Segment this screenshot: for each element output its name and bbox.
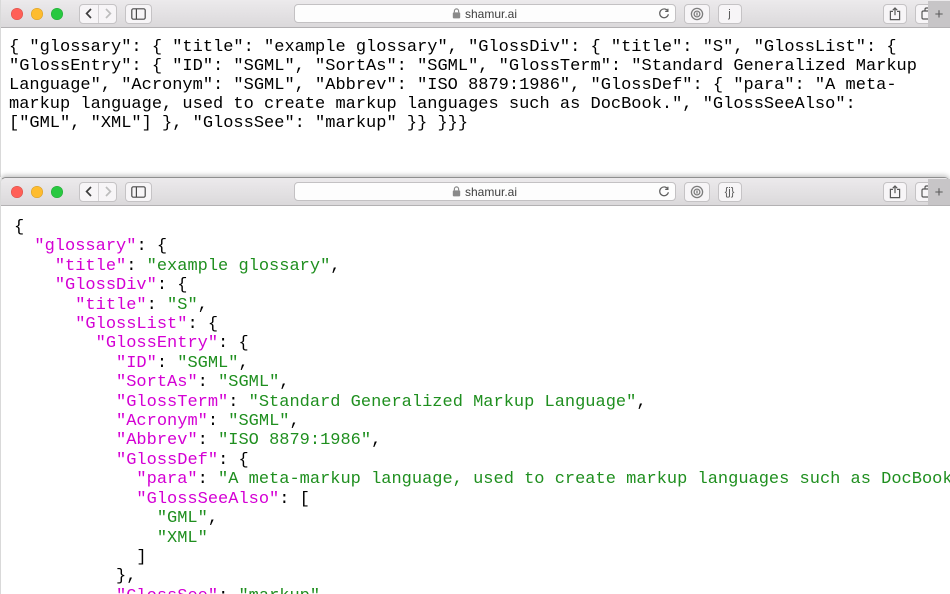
new-tab-button[interactable]: + — [928, 179, 950, 205]
chevron-right-icon — [104, 186, 112, 197]
nav-buttons — [79, 181, 117, 202]
sidebar-icon — [131, 7, 146, 20]
forward-button[interactable] — [98, 4, 116, 23]
lock-icon — [452, 8, 461, 19]
sidebar-toggle-button[interactable] — [125, 181, 152, 202]
share-icon — [889, 6, 901, 21]
close-window-button[interactable] — [11, 7, 23, 20]
chevron-left-icon — [85, 8, 93, 19]
zoom-window-button[interactable] — [51, 7, 63, 20]
reload-button[interactable] — [658, 186, 670, 198]
json-extension-label: j — [728, 7, 731, 20]
address-bar[interactable]: shamur.ai — [293, 4, 676, 23]
json-extension-button[interactable]: {j} — [717, 181, 742, 202]
raw-json-text: { "glossary": { "title": "example glossa… — [9, 38, 917, 133]
minimize-window-button[interactable] — [31, 7, 43, 20]
traffic-lights — [11, 7, 63, 20]
chevron-right-icon — [104, 8, 112, 19]
json-extension-button[interactable]: j — [717, 3, 742, 24]
browser-window-formatted-json: shamur.ai {j} + { "glossary": { "title":… — [0, 177, 950, 594]
chevron-left-icon — [85, 186, 93, 197]
share-button[interactable] — [883, 181, 907, 202]
zoom-window-button[interactable] — [51, 185, 63, 198]
minimize-window-button[interactable] — [31, 185, 43, 198]
reload-button[interactable] — [658, 8, 670, 20]
formatted-json-text: { "glossary": { "title": "example glossa… — [14, 218, 950, 594]
password-extension-button[interactable] — [683, 3, 710, 24]
page-content: { "glossary": { "title": "example glossa… — [1, 28, 950, 177]
sidebar-icon — [131, 185, 146, 198]
address-bar[interactable]: shamur.ai — [293, 182, 676, 201]
browser-toolbar: shamur.ai {j} + — [1, 178, 950, 206]
circle-keyhole-icon — [690, 185, 704, 199]
password-extension-button[interactable] — [683, 181, 710, 202]
close-window-button[interactable] — [11, 185, 23, 198]
share-button[interactable] — [883, 3, 907, 24]
back-button[interactable] — [80, 5, 98, 23]
browser-toolbar: shamur.ai j + — [1, 0, 950, 28]
back-button[interactable] — [80, 183, 98, 201]
url-text: shamur.ai — [464, 6, 518, 21]
lock-icon — [452, 186, 461, 197]
sidebar-toggle-button[interactable] — [125, 3, 152, 24]
json-extension-label: {j} — [724, 185, 735, 198]
forward-button[interactable] — [98, 182, 116, 201]
circle-keyhole-icon — [690, 7, 704, 21]
page-content: { "glossary": { "title": "example glossa… — [1, 206, 950, 594]
share-icon — [889, 184, 901, 199]
nav-buttons — [79, 3, 117, 24]
url-text: shamur.ai — [464, 184, 518, 199]
new-tab-button[interactable]: + — [928, 1, 950, 27]
traffic-lights — [11, 185, 63, 198]
browser-window-raw-json: shamur.ai j + { "glossary": { "title": "… — [0, 0, 950, 177]
